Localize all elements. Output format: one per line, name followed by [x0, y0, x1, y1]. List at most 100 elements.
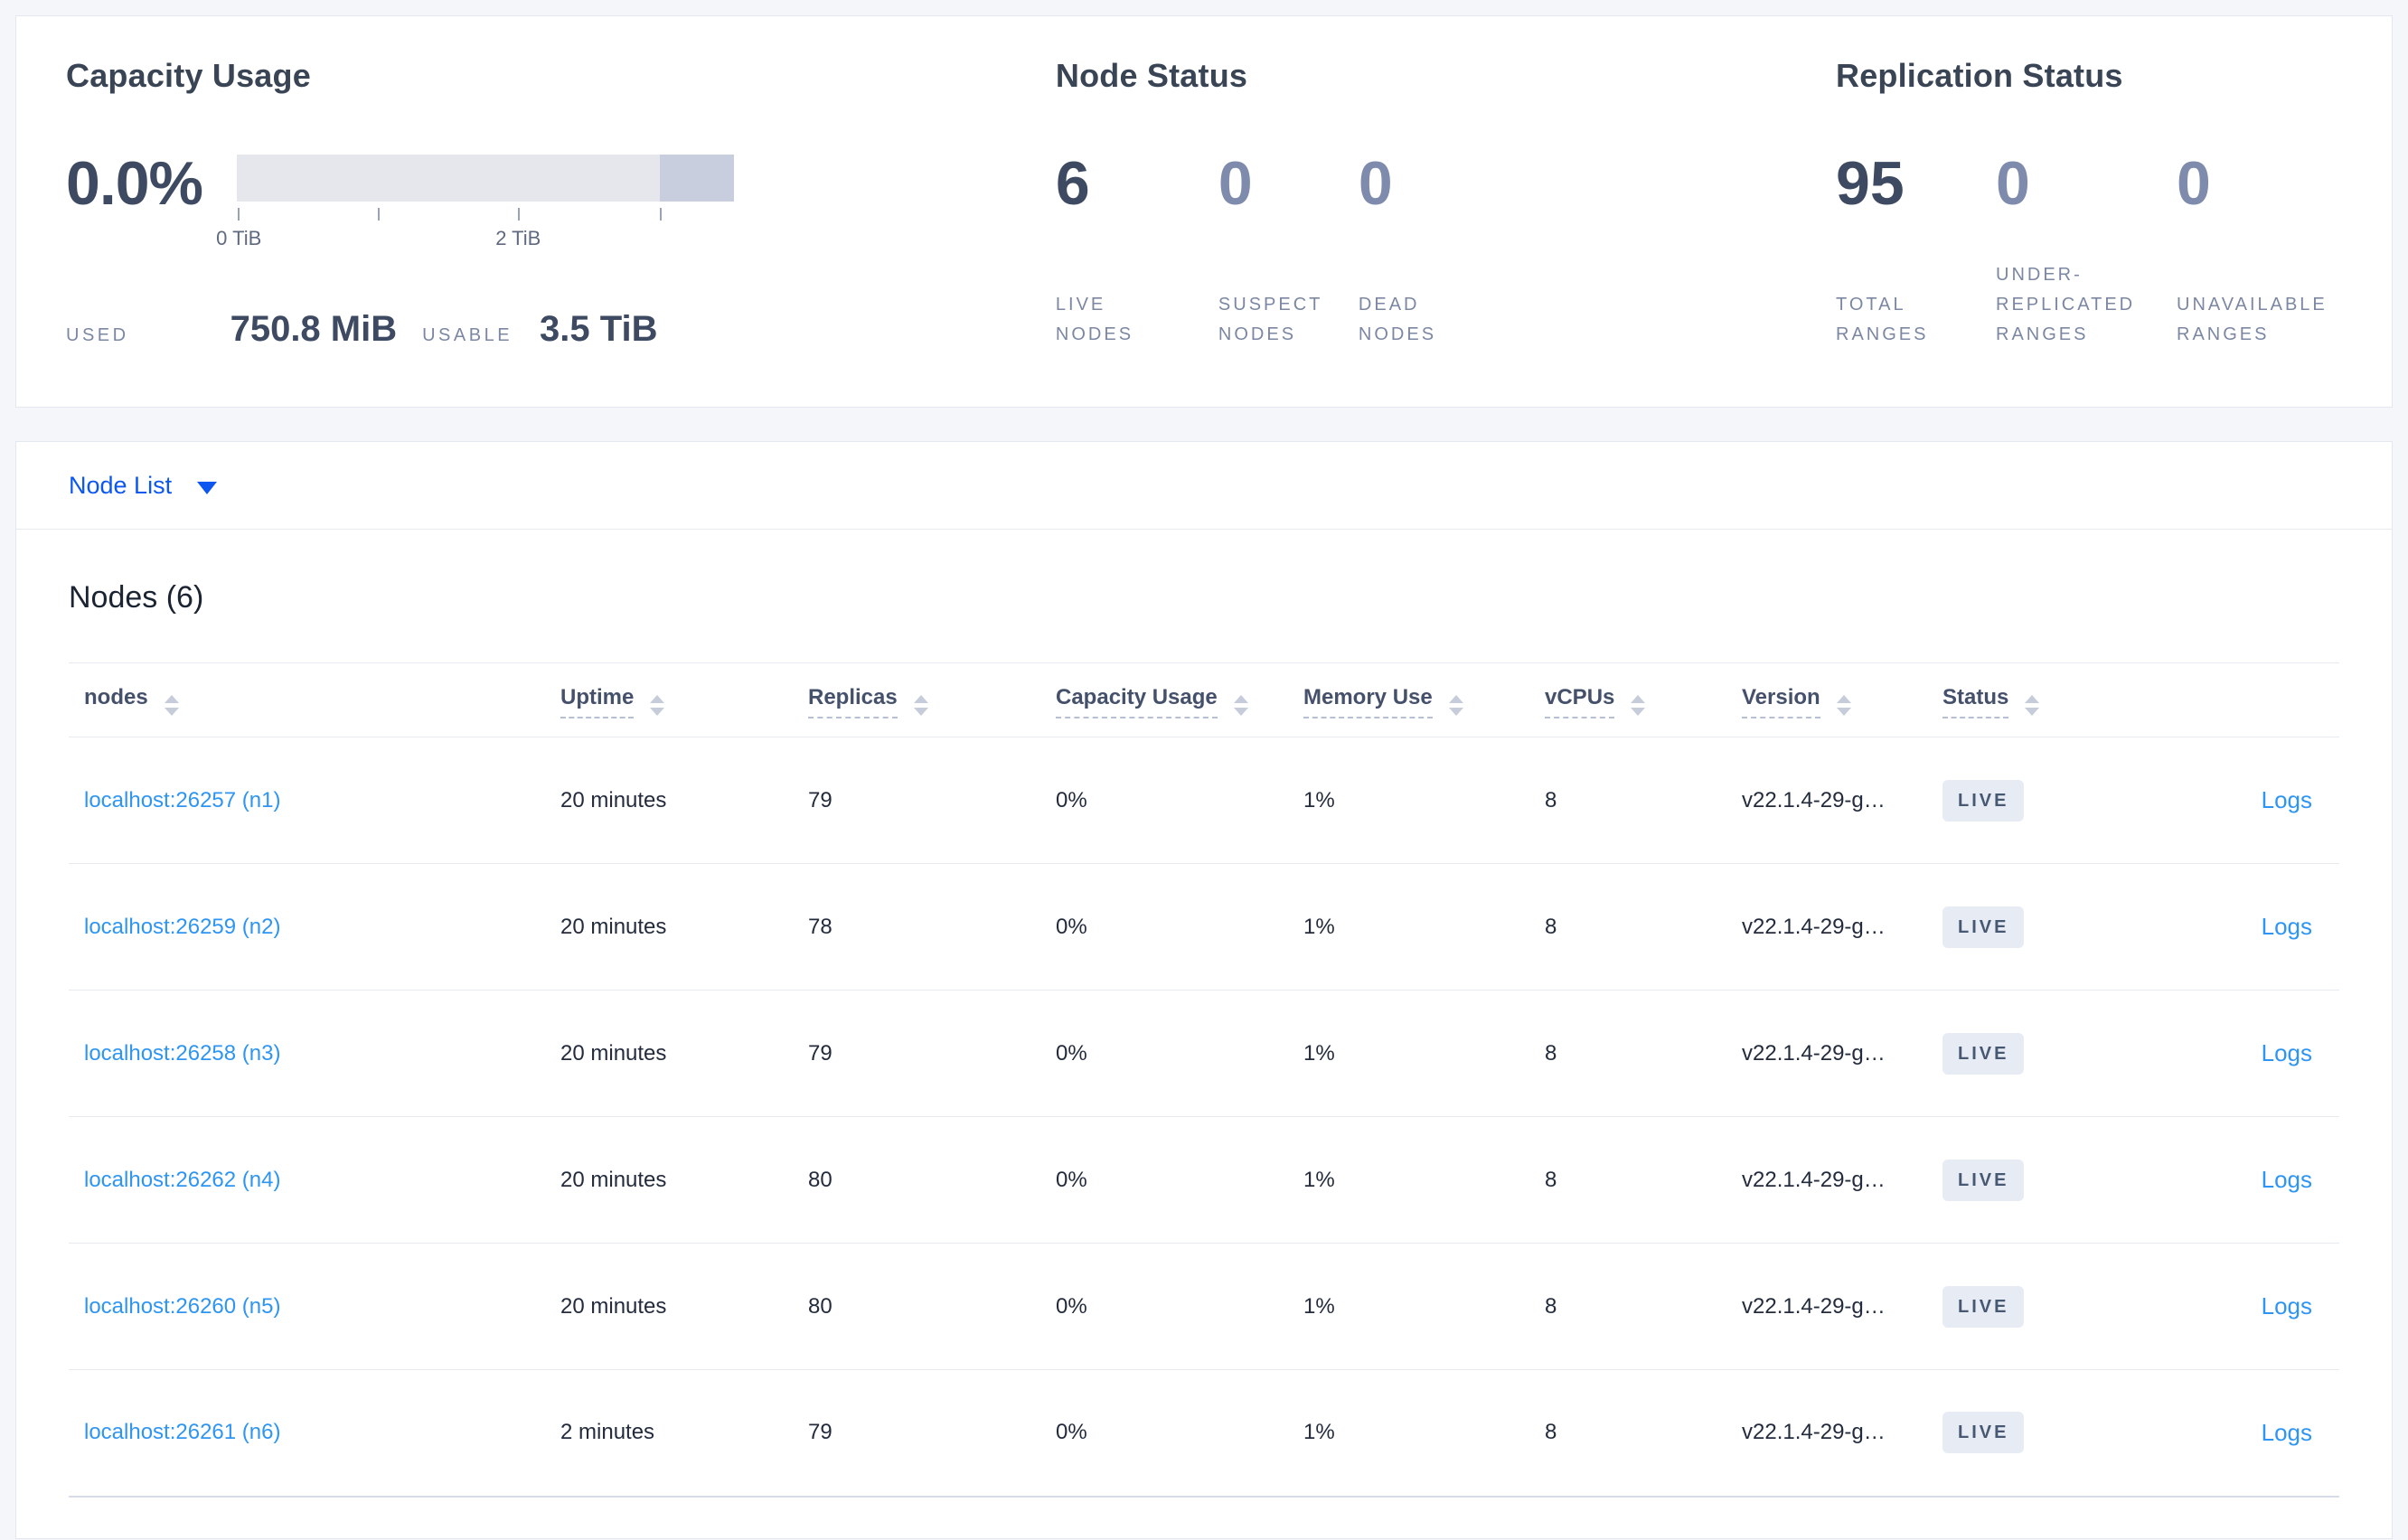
capacity-cell: 0%	[1056, 787, 1087, 812]
vcpus-cell: 8	[1545, 1040, 1557, 1066]
memory-cell: 1%	[1303, 1293, 1335, 1319]
logs-link[interactable]: Logs	[2262, 1292, 2312, 1319]
node-link[interactable]: localhost:26259 (n2)	[84, 915, 280, 939]
capacity-usage-legend: USED 750.8 MiB USABLE 3.5 TiB	[66, 309, 1056, 350]
capacity-cell: 0%	[1056, 914, 1087, 939]
replicas-cell: 79	[808, 1420, 832, 1445]
status-badge: LIVE	[1942, 1412, 2025, 1454]
chevron-down-icon	[197, 481, 218, 494]
table-row: localhost:26262 (n4) 20 minutes 80 0% 1%…	[69, 1117, 2339, 1244]
memory-cell: 1%	[1303, 1040, 1335, 1066]
axis-tick	[659, 208, 662, 221]
column-header-vcpus[interactable]: vCPUs	[1544, 663, 1741, 737]
capacity-usage-title: Capacity Usage	[66, 57, 311, 94]
node-link[interactable]: localhost:26258 (n3)	[84, 1041, 280, 1066]
status-badge: LIVE	[1942, 1032, 2025, 1075]
logs-link[interactable]: Logs	[2262, 1166, 2312, 1193]
column-header-status[interactable]: Status	[1942, 663, 2122, 737]
replicas-cell: 80	[808, 1293, 832, 1319]
node-link[interactable]: localhost:26257 (n1)	[84, 788, 280, 812]
version-cell: v22.1.4-29-g…	[1742, 1293, 1886, 1319]
capacity-usage-chart: 0.0% 0 TiB 2 TiB	[66, 153, 1056, 258]
sort-icon	[2025, 694, 2040, 716]
dead-nodes-label: DEAD NODES	[1358, 295, 1437, 345]
live-nodes-value: 6	[1055, 149, 1090, 219]
node-list-dropdown[interactable]: Node List	[69, 471, 218, 500]
capacity-bar-chart: 0 TiB 2 TiB	[216, 155, 734, 258]
cluster-overview-page: Capacity Usage 0.0% 0 TiB 2 TiB USED 750…	[0, 0, 2408, 1539]
replicas-cell: 80	[808, 1167, 832, 1192]
axis-tick	[238, 208, 240, 221]
logs-link[interactable]: Logs	[2262, 1419, 2312, 1446]
capacity-cell: 0%	[1056, 1167, 1087, 1192]
column-header-replicas[interactable]: Replicas	[807, 663, 1055, 737]
memory-cell: 1%	[1303, 1167, 1335, 1192]
status-badge: LIVE	[1942, 906, 2025, 948]
node-list-header: Node List	[16, 442, 2392, 530]
replicas-cell: 79	[808, 787, 832, 812]
node-status-title: Node Status	[1055, 57, 1248, 94]
vcpus-cell: 8	[1545, 914, 1557, 939]
usable-value: 3.5 TiB	[540, 309, 658, 350]
table-row: localhost:26260 (n5) 20 minutes 80 0% 1%…	[69, 1244, 2339, 1370]
capacity-cell: 0%	[1056, 1420, 1087, 1445]
memory-cell: 1%	[1303, 914, 1335, 939]
suspect-nodes-label: SUSPECT NODES	[1218, 295, 1323, 345]
used-value: 750.8 MiB	[230, 309, 398, 350]
sort-icon	[1836, 694, 1851, 716]
status-badge: LIVE	[1942, 1159, 2025, 1201]
column-header-version[interactable]: Version	[1741, 663, 1942, 737]
sort-icon	[650, 694, 665, 716]
capacity-bar	[237, 155, 734, 202]
replication-status-values: 95 0 0	[1836, 153, 2357, 214]
axis-tick-label: 2 TiB	[495, 227, 541, 250]
under-replicated-ranges-label: UNDER-REPLICATED RANGES	[1996, 265, 2136, 345]
memory-cell: 1%	[1303, 787, 1335, 812]
vcpus-cell: 8	[1545, 1167, 1557, 1192]
sort-icon	[1631, 694, 1646, 716]
node-link[interactable]: localhost:26262 (n4)	[84, 1168, 280, 1192]
logs-link[interactable]: Logs	[2262, 1039, 2312, 1066]
uptime-cell: 20 minutes	[560, 1167, 667, 1192]
axis-tick	[518, 208, 521, 221]
logs-link[interactable]: Logs	[2262, 786, 2312, 813]
table-row: localhost:26258 (n3) 20 minutes 79 0% 1%…	[69, 991, 2339, 1117]
node-list-panel: Node List Nodes (6) nodes Uptime Replica…	[15, 441, 2393, 1539]
table-row: localhost:26261 (n6) 2 minutes 79 0% 1% …	[69, 1370, 2339, 1497]
node-link[interactable]: localhost:26260 (n5)	[84, 1294, 280, 1319]
version-cell: v22.1.4-29-g…	[1742, 1167, 1886, 1192]
sort-icon	[164, 694, 179, 716]
axis-tick-label: 0 TiB	[216, 227, 262, 250]
node-status-labels: LIVE NODES SUSPECT NODES DEAD NODES	[1056, 290, 1836, 350]
column-header-uptime[interactable]: Uptime	[560, 663, 807, 737]
version-cell: v22.1.4-29-g…	[1742, 914, 1886, 939]
node-list-dropdown-label: Node List	[69, 471, 173, 499]
sort-icon	[1233, 694, 1248, 716]
vcpus-cell: 8	[1545, 1293, 1557, 1319]
vcpus-cell: 8	[1545, 1420, 1557, 1445]
replicas-cell: 78	[808, 914, 832, 939]
table-row: localhost:26259 (n2) 20 minutes 78 0% 1%…	[69, 864, 2339, 991]
table-row: localhost:26257 (n1) 20 minutes 79 0% 1%…	[69, 737, 2339, 864]
version-cell: v22.1.4-29-g…	[1742, 787, 1886, 812]
replicas-cell: 79	[808, 1040, 832, 1066]
table-header-row: nodes Uptime Replicas Capacity Usage Mem	[69, 662, 2339, 737]
status-badge: LIVE	[1942, 1285, 2025, 1328]
axis-tick	[377, 208, 380, 221]
logs-link[interactable]: Logs	[2262, 913, 2312, 940]
version-cell: v22.1.4-29-g…	[1742, 1420, 1886, 1445]
node-link[interactable]: localhost:26261 (n6)	[84, 1420, 280, 1444]
node-status-section: Node Status 6 0 0 LIVE NODES SUSPECT NOD…	[1056, 56, 1836, 407]
column-header-nodes[interactable]: nodes	[69, 663, 560, 737]
nodes-table: nodes Uptime Replicas Capacity Usage Mem	[69, 662, 2339, 1498]
column-header-memory-use[interactable]: Memory Use	[1303, 663, 1544, 737]
replication-status-title: Replication Status	[1836, 57, 2123, 94]
unavailable-ranges-value: 0	[2177, 149, 2211, 219]
usable-label: USABLE	[422, 325, 513, 346]
uptime-cell: 20 minutes	[560, 914, 667, 939]
uptime-cell: 20 minutes	[560, 787, 667, 812]
sort-icon	[1448, 694, 1463, 716]
node-status-values: 6 0 0	[1056, 153, 1836, 214]
column-header-capacity-usage[interactable]: Capacity Usage	[1055, 663, 1303, 737]
under-replicated-ranges-value: 0	[1996, 149, 2030, 219]
